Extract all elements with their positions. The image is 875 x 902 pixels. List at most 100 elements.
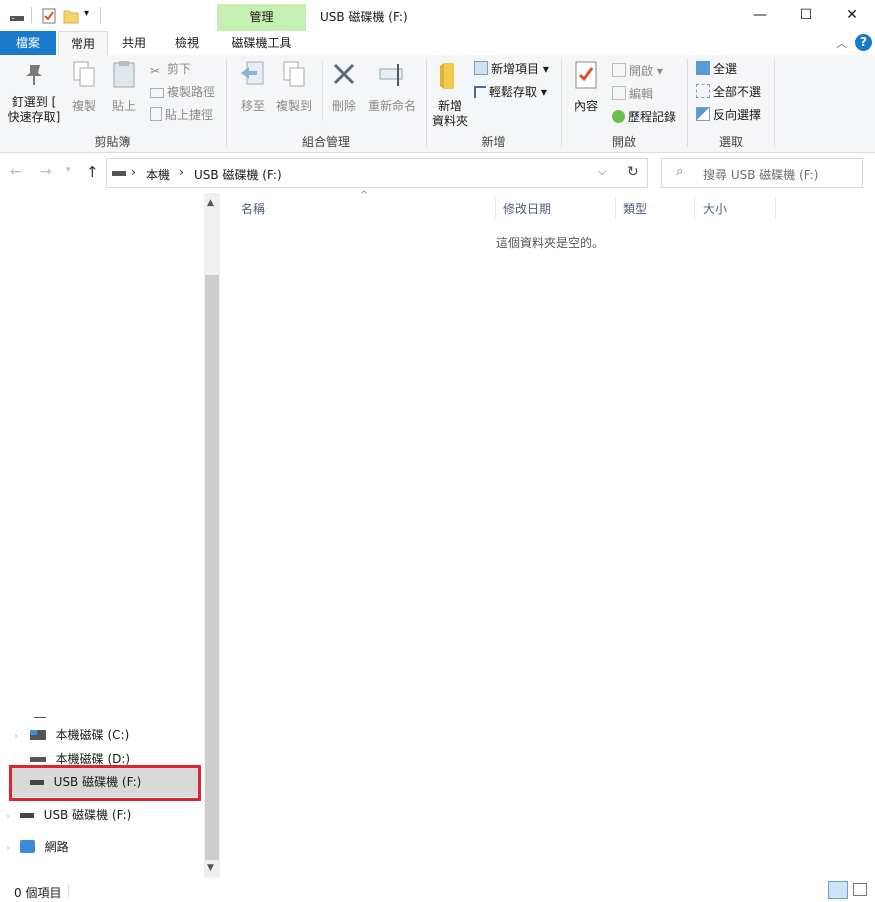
paste-label: 貼上 bbox=[111, 99, 136, 113]
address-dropdown-icon[interactable]: ⌵ bbox=[598, 165, 606, 179]
usb-drive-icon bbox=[19, 813, 34, 818]
details-view-icon[interactable] bbox=[828, 881, 848, 899]
edit-button[interactable]: 編輯 bbox=[612, 84, 653, 104]
delete-icon bbox=[333, 63, 355, 85]
easy-access-label: 輕鬆存取 bbox=[489, 85, 538, 99]
back-arrow-icon[interactable]: ← bbox=[10, 164, 22, 180]
drive-icon bbox=[112, 171, 126, 176]
copy-path-button[interactable]: 複製路徑 bbox=[150, 82, 215, 102]
select-none-icon bbox=[696, 84, 710, 98]
column-separator[interactable] bbox=[775, 197, 776, 219]
rename-button[interactable]: 重新命名 bbox=[364, 59, 420, 114]
move-to-button[interactable]: 移至 bbox=[234, 59, 272, 114]
edit-icon bbox=[612, 86, 626, 100]
scrollbar-thumb[interactable] bbox=[205, 275, 219, 860]
history-button[interactable]: 歷程記錄 bbox=[612, 107, 676, 127]
close-button[interactable]: ✕ bbox=[829, 0, 875, 31]
forward-arrow-icon[interactable]: → bbox=[40, 164, 52, 180]
breadcrumb-separator: › bbox=[131, 165, 136, 179]
select-all-button[interactable]: 全選 bbox=[696, 59, 737, 79]
cut-button[interactable]: ✂ 剪下 bbox=[150, 59, 191, 79]
cut-label: 剪下 bbox=[167, 62, 192, 76]
tab-view[interactable]: 檢視 bbox=[163, 31, 211, 55]
easy-access-dropdown-icon: ▾ bbox=[540, 85, 547, 99]
select-none-label: 全部不選 bbox=[713, 85, 762, 99]
tree-item-label: 本機磁碟 (D:) bbox=[55, 752, 131, 766]
properties-button[interactable]: 內容 bbox=[568, 59, 604, 114]
copy-to-button[interactable]: 複製到 bbox=[272, 59, 316, 114]
rename-label: 重新命名 bbox=[367, 99, 416, 113]
select-none-button[interactable]: 全部不選 bbox=[696, 82, 761, 102]
properties-label: 內容 bbox=[573, 99, 598, 113]
properties-icon bbox=[575, 61, 597, 89]
breadcrumb-separator: › bbox=[179, 165, 184, 179]
copy-label: 複製 bbox=[71, 99, 96, 113]
contextual-tab-manage[interactable]: 管理 bbox=[217, 4, 306, 31]
group-label-organize: 組合管理 bbox=[301, 135, 350, 149]
ribbon-tabs: 檔案 常用 共用 檢視 磁碟機工具 ︿ ? bbox=[0, 31, 875, 57]
new-folder-icon[interactable] bbox=[63, 8, 79, 24]
group-label-new: 新增 bbox=[481, 135, 506, 149]
minimize-button[interactable]: — bbox=[737, 0, 783, 31]
paste-shortcut-icon bbox=[150, 107, 162, 121]
tree-item-network[interactable]: › 網路 bbox=[6, 836, 69, 858]
refresh-button[interactable]: ↻ bbox=[619, 158, 648, 188]
copy-button[interactable]: 複製 bbox=[66, 59, 102, 114]
tree-item-usb-drive[interactable]: › USB 磁碟機 (F:) bbox=[6, 804, 131, 826]
qat-dropdown-icon[interactable]: ▾ bbox=[84, 8, 89, 19]
delete-button[interactable]: 刪除 bbox=[328, 59, 360, 114]
column-separator[interactable] bbox=[495, 197, 496, 219]
tree-item-c-drive[interactable]: › 本機磁碟 (C:) bbox=[14, 724, 129, 746]
expand-chevron-icon[interactable]: › bbox=[6, 811, 10, 822]
tab-share[interactable]: 共用 bbox=[110, 31, 158, 55]
qat-divider bbox=[100, 7, 101, 23]
new-item-button[interactable]: 新增項目 ▾ bbox=[474, 59, 549, 79]
open-dropdown-icon: ▾ bbox=[656, 64, 663, 78]
pin-quick-access-button[interactable]: 釘選到 [ 快速存取] bbox=[6, 59, 62, 125]
maximize-button[interactable]: ☐ bbox=[783, 0, 829, 31]
easy-access-button[interactable]: 輕鬆存取 ▾ bbox=[474, 82, 547, 102]
sort-ascending-icon: ^ bbox=[360, 190, 369, 201]
column-header-size[interactable]: 大小 bbox=[703, 199, 727, 221]
invert-selection-label: 反向選擇 bbox=[713, 108, 762, 122]
tab-drive-tools[interactable]: 磁碟機工具 bbox=[217, 31, 306, 55]
recent-locations-icon[interactable]: ▾ bbox=[66, 165, 71, 175]
ribbon-collapse-icon[interactable]: ︿ bbox=[836, 35, 847, 51]
tab-file[interactable]: 檔案 bbox=[0, 31, 56, 55]
column-separator[interactable] bbox=[615, 197, 616, 219]
breadcrumb-usb-drive[interactable]: USB 磁碟機 (F:) bbox=[194, 166, 282, 183]
column-header-type[interactable]: 類型 bbox=[623, 199, 647, 221]
expand-chevron-icon[interactable]: › bbox=[14, 731, 18, 742]
pin-icon bbox=[26, 65, 42, 85]
search-box[interactable]: ⌕ 搜尋 USB 磁碟機 (F:) bbox=[661, 158, 863, 188]
windows-drive-icon bbox=[29, 730, 46, 740]
move-to-label: 移至 bbox=[240, 99, 265, 113]
breadcrumb-this-pc[interactable]: 本機 bbox=[146, 166, 170, 183]
paste-button[interactable]: 貼上 bbox=[106, 59, 142, 114]
properties-icon[interactable] bbox=[41, 8, 57, 24]
open-button[interactable]: 開啟 ▾ bbox=[612, 61, 663, 81]
scroll-down-icon[interactable]: ▼ bbox=[207, 863, 214, 873]
help-icon[interactable]: ? bbox=[855, 34, 872, 51]
column-header-name[interactable]: 名稱 bbox=[241, 199, 265, 221]
paste-shortcut-button[interactable]: 貼上捷徑 bbox=[150, 105, 213, 125]
tab-home[interactable]: 常用 bbox=[58, 31, 108, 57]
new-item-dropdown-icon: ▾ bbox=[542, 62, 549, 76]
column-header-date[interactable]: 修改日期 bbox=[503, 199, 551, 221]
large-icons-view-icon[interactable] bbox=[853, 883, 867, 896]
new-folder-button[interactable]: 新增 資料夾 bbox=[430, 59, 470, 129]
invert-selection-button[interactable]: 反向選擇 bbox=[696, 105, 761, 125]
tree-item-label: 本機磁碟 (C:) bbox=[55, 728, 130, 742]
drive-icon[interactable] bbox=[9, 8, 25, 24]
tree-item-label: USB 磁碟機 (F:) bbox=[43, 808, 132, 822]
address-bar[interactable]: › 本機 › USB 磁碟機 (F:) ⌵ bbox=[106, 158, 620, 188]
column-separator[interactable] bbox=[694, 197, 695, 219]
scroll-up-icon[interactable]: ▲ bbox=[207, 198, 214, 208]
history-label: 歷程記錄 bbox=[628, 110, 677, 124]
history-icon bbox=[612, 110, 625, 123]
group-label-select: 選取 bbox=[718, 135, 743, 149]
up-arrow-icon[interactable]: ↑ bbox=[86, 163, 99, 181]
status-bar: 0 個項目 bbox=[0, 878, 875, 902]
empty-folder-message: 這個資料夾是空的。 bbox=[496, 236, 605, 250]
expand-chevron-icon[interactable]: › bbox=[6, 843, 10, 854]
